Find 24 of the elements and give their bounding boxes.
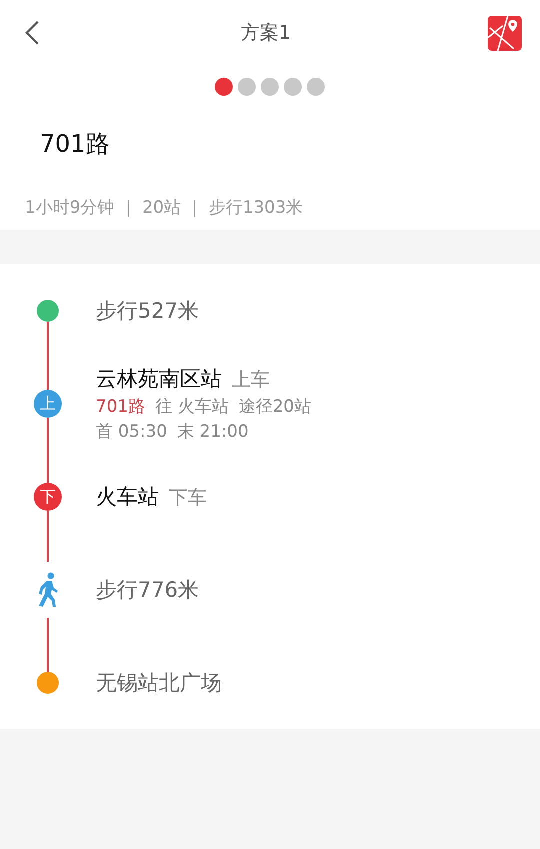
stop-badge: 下 <box>34 482 62 510</box>
route-summary: 1小时9分钟 ｜ 20站 ｜ 步行1303米 <box>25 197 304 220</box>
station-action: 上车 <box>232 368 270 392</box>
route-name: 701路 <box>40 129 111 160</box>
page-dot[interactable] <box>307 78 325 96</box>
first-bus-time: 首 05:30 <box>96 420 168 442</box>
walk-distance: 步行776米 <box>96 576 200 604</box>
last-bus-time: 末 21:00 <box>177 420 249 442</box>
map-button[interactable] <box>488 16 522 50</box>
bus-direction: 往 火车站 <box>155 396 229 418</box>
stop-count: 途径20站 <box>238 396 312 418</box>
page-dot[interactable] <box>215 78 233 96</box>
station-name: 火车站 <box>96 484 159 510</box>
station-name: 云林苑南区站 <box>96 366 222 392</box>
station-action: 下车 <box>169 486 207 510</box>
destination-name: 无锡站北广场 <box>96 670 223 696</box>
page-title: 方案1 <box>240 21 292 46</box>
page-dot[interactable] <box>238 78 256 96</box>
walk-distance: 步行527米 <box>96 298 200 324</box>
page-dot[interactable] <box>261 78 279 96</box>
map-icon <box>488 16 522 50</box>
page-dot[interactable] <box>284 78 302 96</box>
bus-line: 701路 <box>96 396 146 418</box>
stop-badge: 上 <box>34 390 62 418</box>
